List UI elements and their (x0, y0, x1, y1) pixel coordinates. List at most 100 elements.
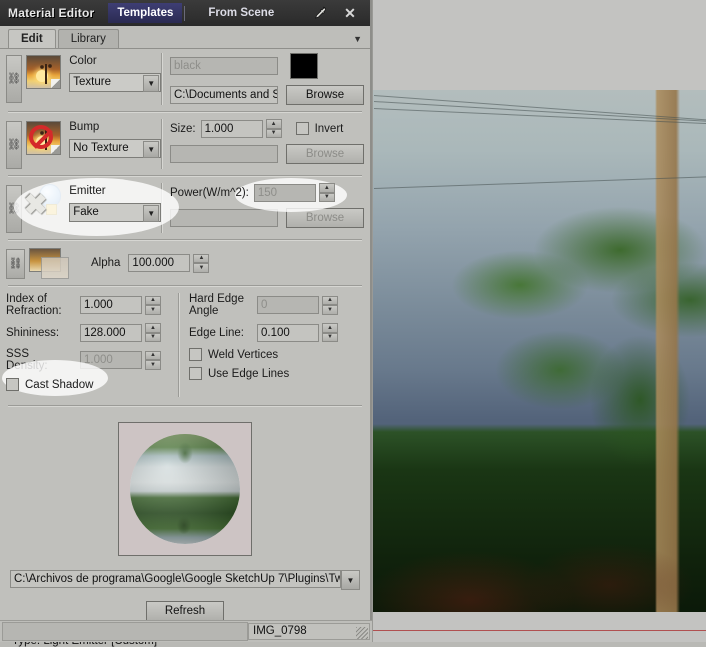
color-swatch[interactable] (290, 53, 318, 79)
divider (8, 239, 362, 240)
color-link-toggle[interactable]: ⛓ (6, 55, 22, 103)
stepper-down-icon[interactable]: ▼ (265, 128, 282, 138)
stepper-down-icon[interactable]: ▼ (145, 305, 161, 315)
shininess-input[interactable]: 128.000 (80, 323, 142, 342)
emitter-power-label: Power(W/m^2): (170, 186, 249, 199)
no-texture-icon (28, 125, 53, 149)
color-mode-value: Texture (73, 76, 111, 88)
color-mode-dropdown[interactable]: Texture ▼ (69, 73, 162, 92)
stepper-up-icon[interactable]: ▲ (145, 323, 161, 333)
weld-vertices-checkbox[interactable] (189, 348, 202, 361)
tab-library[interactable]: Library (57, 29, 119, 48)
material-preview-container (6, 422, 364, 556)
color-texture-thumbnail[interactable] (25, 55, 62, 89)
weld-vertices-field: Weld Vertices (189, 348, 364, 361)
tab-edit[interactable]: Edit (8, 29, 56, 48)
close-icon[interactable]: ✕ (340, 4, 360, 22)
edge-line-input[interactable]: 0.100 (257, 323, 319, 342)
bump-size-input[interactable]: 1.000 (200, 119, 263, 138)
stepper-down-icon[interactable]: ▼ (145, 332, 161, 342)
color-value-input[interactable]: black (170, 57, 278, 75)
sss-density-input[interactable]: 1.000 (80, 351, 142, 369)
edge-line-label: Edge Line: (189, 326, 244, 339)
cast-shadow-field: Cast Shadow (6, 378, 174, 391)
stepper-down-icon[interactable]: ▼ (318, 192, 335, 202)
alpha-texture-thumbnail[interactable] (29, 248, 73, 279)
hard-edge-angle-input[interactable]: 0 (257, 296, 319, 314)
slot-divider (161, 119, 162, 169)
params-right-column: Hard Edge Angle 0 ▲ ▼ Edge Line: 0.100 ▲… (189, 293, 364, 397)
sss-density-label: SSS Density: (6, 348, 48, 372)
material-preview[interactable] (118, 422, 252, 556)
bump-link-toggle[interactable]: ⛓ (6, 121, 22, 169)
color-slot-label: Color (69, 55, 97, 67)
stepper-down-icon[interactable]: ▼ (322, 332, 338, 342)
edge-line-stepper[interactable]: ▲ ▼ (322, 323, 338, 342)
divider (8, 405, 362, 406)
bump-invert-label: Invert (314, 122, 344, 135)
bump-path-input[interactable] (170, 145, 278, 163)
library-path-input[interactable]: C:\Archivos de programa\Google\Google Sk… (10, 570, 341, 588)
index-of-refraction-input[interactable]: 1.000 (80, 296, 142, 314)
chevron-down-icon[interactable]: ▼ (143, 141, 160, 158)
alpha-stepper[interactable]: ▲ ▼ (193, 253, 210, 273)
emitter-power-input[interactable]: 150 (253, 183, 316, 202)
stepper-up-icon[interactable]: ▲ (322, 295, 338, 305)
emitter-mode-dropdown[interactable]: Fake ▼ (69, 203, 162, 222)
hard-edge-angle-label: Hard Edge Angle (189, 293, 244, 317)
refresh-button[interactable]: Refresh (146, 601, 224, 621)
alpha-input[interactable]: 100.000 (128, 254, 191, 272)
bump-texture-thumbnail[interactable] (25, 121, 62, 155)
stepper-up-icon[interactable]: ▲ (265, 119, 282, 129)
emitter-mode-value: Fake (73, 206, 99, 218)
emitter-power-stepper[interactable]: ▲ ▼ (318, 183, 335, 202)
emitter-path-input[interactable] (170, 209, 278, 227)
status-bar: IMG_0798 (0, 620, 372, 642)
color-browse-button[interactable]: Browse (286, 85, 364, 105)
preview-sphere-shading (130, 434, 240, 544)
chevron-down-icon[interactable]: ▼ (143, 75, 160, 92)
alpha-link-toggle[interactable]: ⛓ (6, 249, 25, 279)
shininess-stepper[interactable]: ▲ ▼ (145, 323, 161, 342)
emitter-slot-row: ⛓ Emitter Fake ▼ Power(W/m^2): 150 ▲ ▼ B… (6, 179, 364, 236)
divider (8, 175, 362, 176)
stepper-up-icon[interactable]: ▲ (193, 253, 210, 263)
tab-from-scene[interactable]: From Scene (199, 3, 283, 23)
stepper-up-icon[interactable]: ▲ (322, 323, 338, 333)
stepper-up-icon[interactable]: ▲ (145, 350, 161, 360)
index-of-refraction-label: Index of Refraction: (6, 293, 62, 317)
page-curl-icon (51, 79, 61, 88)
bump-invert-checkbox[interactable] (295, 122, 309, 135)
index-of-refraction-stepper[interactable]: ▲ ▼ (145, 295, 161, 315)
cast-shadow-checkbox[interactable] (6, 378, 19, 391)
color-path-input[interactable]: C:\Documents and S (170, 86, 278, 104)
hard-edge-angle-stepper[interactable]: ▲ ▼ (322, 295, 338, 315)
stepper-up-icon[interactable]: ▲ (145, 295, 161, 305)
bump-mode-value: No Texture (73, 142, 129, 154)
stepper-down-icon[interactable]: ▼ (145, 360, 161, 370)
emitter-slot-label: Emitter (69, 185, 106, 197)
emitter-browse-button[interactable]: Browse (286, 208, 364, 228)
editor-tab-strip: Edit Library ▼ (0, 26, 370, 49)
window-title: Material Editor (8, 6, 95, 20)
resize-grip-icon[interactable] (356, 627, 368, 639)
preview-sphere (130, 434, 240, 544)
bump-mode-dropdown[interactable]: No Texture ▼ (69, 139, 162, 158)
stepper-down-icon[interactable]: ▼ (193, 263, 210, 273)
emitter-link-toggle[interactable]: ⛓ (6, 185, 22, 233)
sss-density-stepper[interactable]: ▲ ▼ (145, 350, 161, 370)
title-tab-separator (184, 5, 186, 21)
slot-divider (161, 183, 162, 233)
chevron-down-icon[interactable]: ▼ (353, 34, 362, 44)
emitter-disabled-x-icon: ✖ (24, 189, 48, 220)
stepper-up-icon[interactable]: ▲ (318, 183, 335, 193)
eyedropper-icon[interactable] (310, 4, 330, 22)
use-edge-lines-checkbox[interactable] (189, 367, 202, 380)
tab-templates[interactable]: Templates (108, 3, 183, 23)
weld-vertices-label: Weld Vertices (208, 348, 279, 361)
bump-size-stepper[interactable]: ▲ ▼ (265, 119, 282, 138)
stepper-down-icon[interactable]: ▼ (322, 305, 338, 315)
bump-browse-button[interactable]: Browse (286, 144, 364, 164)
chevron-down-icon[interactable]: ▼ (341, 570, 360, 590)
chevron-down-icon[interactable]: ▼ (143, 205, 160, 222)
